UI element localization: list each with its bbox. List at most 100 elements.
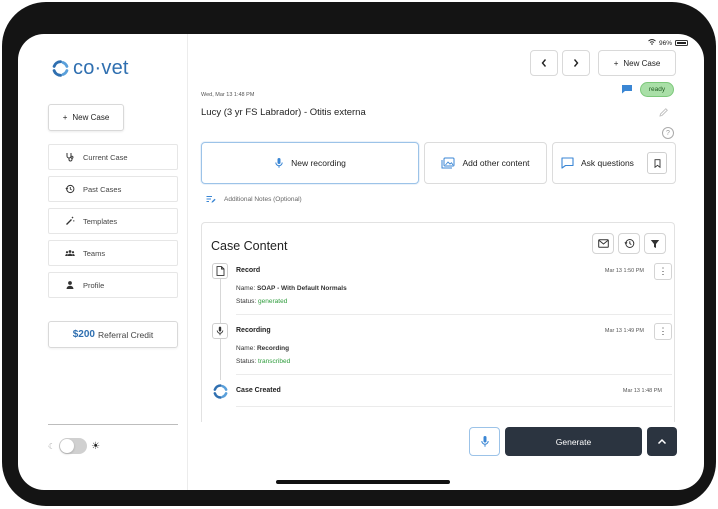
brand-name: co·vet	[73, 57, 129, 79]
add-other-content-button[interactable]: Add other content	[424, 142, 547, 184]
timeline-entry-record: Record Mar 13 1:50 PM ⋮ Name: SOAP - Wit…	[212, 263, 672, 315]
header-new-case-label: New Case	[623, 58, 661, 68]
next-case-button[interactable]	[562, 50, 590, 76]
main-panel: + New Case Wed, Mar 13 1:48 PM ready Luc…	[188, 34, 704, 490]
sidebar-item-label: Profile	[83, 280, 105, 290]
sun-icon: ☀	[91, 440, 101, 452]
team-icon	[65, 250, 75, 256]
sidebar-item-profile[interactable]: Profile	[48, 272, 178, 298]
help-icon[interactable]: ?	[662, 127, 674, 139]
entry-title: Recording	[236, 327, 271, 334]
entry-name-value: SOAP - With Default Normals	[256, 285, 347, 292]
filter-icon	[650, 239, 660, 248]
action-row: New recording Add other content Ask ques…	[201, 142, 676, 184]
case-navigation	[530, 50, 590, 76]
sidebar-nav: Current Case Past Cases Templates Teams	[48, 144, 178, 304]
entry-name-value: Recording	[256, 345, 290, 352]
case-created-icon	[212, 383, 228, 399]
envelope-icon	[597, 239, 609, 248]
entry-divider	[236, 314, 672, 315]
additional-notes-toggle[interactable]: Additional Notes (Optional)	[206, 195, 302, 204]
kebab-icon: ⋮	[658, 326, 668, 336]
magic-wand-icon	[66, 216, 75, 225]
case-content-card: Case Content Record Mar 13 1:50 PM ⋮ Nam…	[201, 222, 675, 422]
image-gallery-icon	[441, 157, 455, 169]
entry-time: Mar 13 1:48 PM	[622, 388, 662, 394]
microphone-icon	[480, 436, 489, 447]
email-button[interactable]	[592, 233, 614, 254]
sidebar: co·vet + New Case Current Case Past Case…	[18, 34, 188, 490]
bottom-action-bar: Generate	[469, 427, 677, 456]
bookmark-button[interactable]	[647, 152, 667, 174]
entry-title: Case Created	[236, 387, 281, 394]
theme-switch[interactable]	[59, 438, 88, 454]
notes-edit-icon	[206, 196, 216, 203]
case-content-tools	[592, 233, 666, 254]
stethoscope-icon	[66, 153, 74, 162]
sidebar-item-current-case[interactable]: Current Case	[48, 144, 178, 170]
referral-amount: $200	[72, 329, 95, 340]
case-date: Wed, Mar 13 1:48 PM	[201, 92, 255, 98]
person-icon	[66, 281, 74, 289]
generate-button[interactable]: Generate	[505, 427, 642, 456]
new-recording-label: New recording	[291, 158, 346, 168]
home-indicator	[276, 480, 450, 484]
sidebar-item-past-cases[interactable]: Past Cases	[48, 176, 178, 202]
sidebar-item-label: Current Case	[83, 152, 128, 162]
chevron-up-icon	[657, 438, 667, 445]
brand-logo[interactable]: co·vet	[52, 57, 129, 80]
ask-questions-label: Ask questions	[581, 158, 634, 168]
filter-button[interactable]	[644, 233, 666, 254]
microphone-icon	[275, 158, 283, 168]
sidebar-item-label: Teams	[83, 248, 106, 258]
chevron-left-icon	[541, 59, 547, 67]
additional-notes-label: Additional Notes (Optional)	[224, 196, 302, 203]
entry-time: Mar 13 1:49 PM	[604, 328, 644, 334]
entry-divider	[236, 374, 672, 375]
chat-icon[interactable]	[621, 84, 633, 94]
entry-name-label: Name:	[236, 285, 256, 292]
sidebar-item-label: Past Cases	[83, 184, 122, 194]
pencil-icon[interactable]	[658, 107, 669, 118]
sidebar-item-teams[interactable]: Teams	[48, 240, 178, 266]
history-icon	[623, 239, 634, 248]
kebab-icon: ⋮	[658, 266, 668, 276]
chevron-right-icon	[573, 59, 579, 67]
chat-bubble-icon	[561, 157, 574, 169]
entry-menu-button[interactable]: ⋮	[654, 263, 672, 280]
header-new-case-button[interactable]: + New Case	[598, 50, 676, 76]
microphone-icon	[212, 323, 228, 339]
entry-status-label: Status:	[236, 358, 257, 365]
theme-toggle[interactable]: ☾ ☀	[48, 438, 100, 454]
ask-questions-button[interactable]: Ask questions	[552, 142, 676, 184]
sidebar-new-case-label: New Case	[72, 113, 110, 122]
entry-name-label: Name:	[236, 345, 256, 352]
timeline-entry-case-created: Case Created Mar 13 1:48 PM	[212, 383, 672, 407]
expand-options-button[interactable]	[647, 427, 677, 456]
entry-status-label: Status:	[236, 298, 257, 305]
entry-menu-button[interactable]: ⋮	[654, 323, 672, 340]
document-icon	[212, 263, 228, 279]
bookmark-icon	[654, 158, 660, 168]
entry-status-line: Status: generated	[236, 298, 287, 305]
sidebar-item-label: Templates	[83, 216, 118, 226]
history-icon	[65, 184, 75, 194]
logo-mark-icon	[52, 60, 69, 77]
entry-title: Record	[236, 267, 261, 274]
sidebar-divider	[48, 424, 178, 425]
add-other-content-label: Add other content	[462, 158, 530, 168]
referral-credit-button[interactable]: $200 Referral Credit	[48, 321, 178, 348]
entry-name-line: Name: Recording	[236, 345, 289, 352]
new-recording-button[interactable]: New recording	[201, 142, 419, 184]
timeline-entry-recording: Recording Mar 13 1:49 PM ⋮ Name: Recordi…	[212, 323, 672, 375]
case-content-title: Case Content	[211, 239, 288, 253]
sidebar-item-templates[interactable]: Templates	[48, 208, 178, 234]
previous-case-button[interactable]	[530, 50, 558, 76]
status-badge: ready	[640, 82, 674, 97]
app-screen: 96% co·vet + New Case Current Case Past …	[18, 34, 704, 490]
entry-name-line: Name: SOAP - With Default Normals	[236, 285, 347, 292]
moon-icon: ☾	[48, 441, 56, 451]
sidebar-new-case-button[interactable]: + New Case	[48, 104, 124, 131]
record-button[interactable]	[469, 427, 500, 456]
history-button[interactable]	[618, 233, 640, 254]
